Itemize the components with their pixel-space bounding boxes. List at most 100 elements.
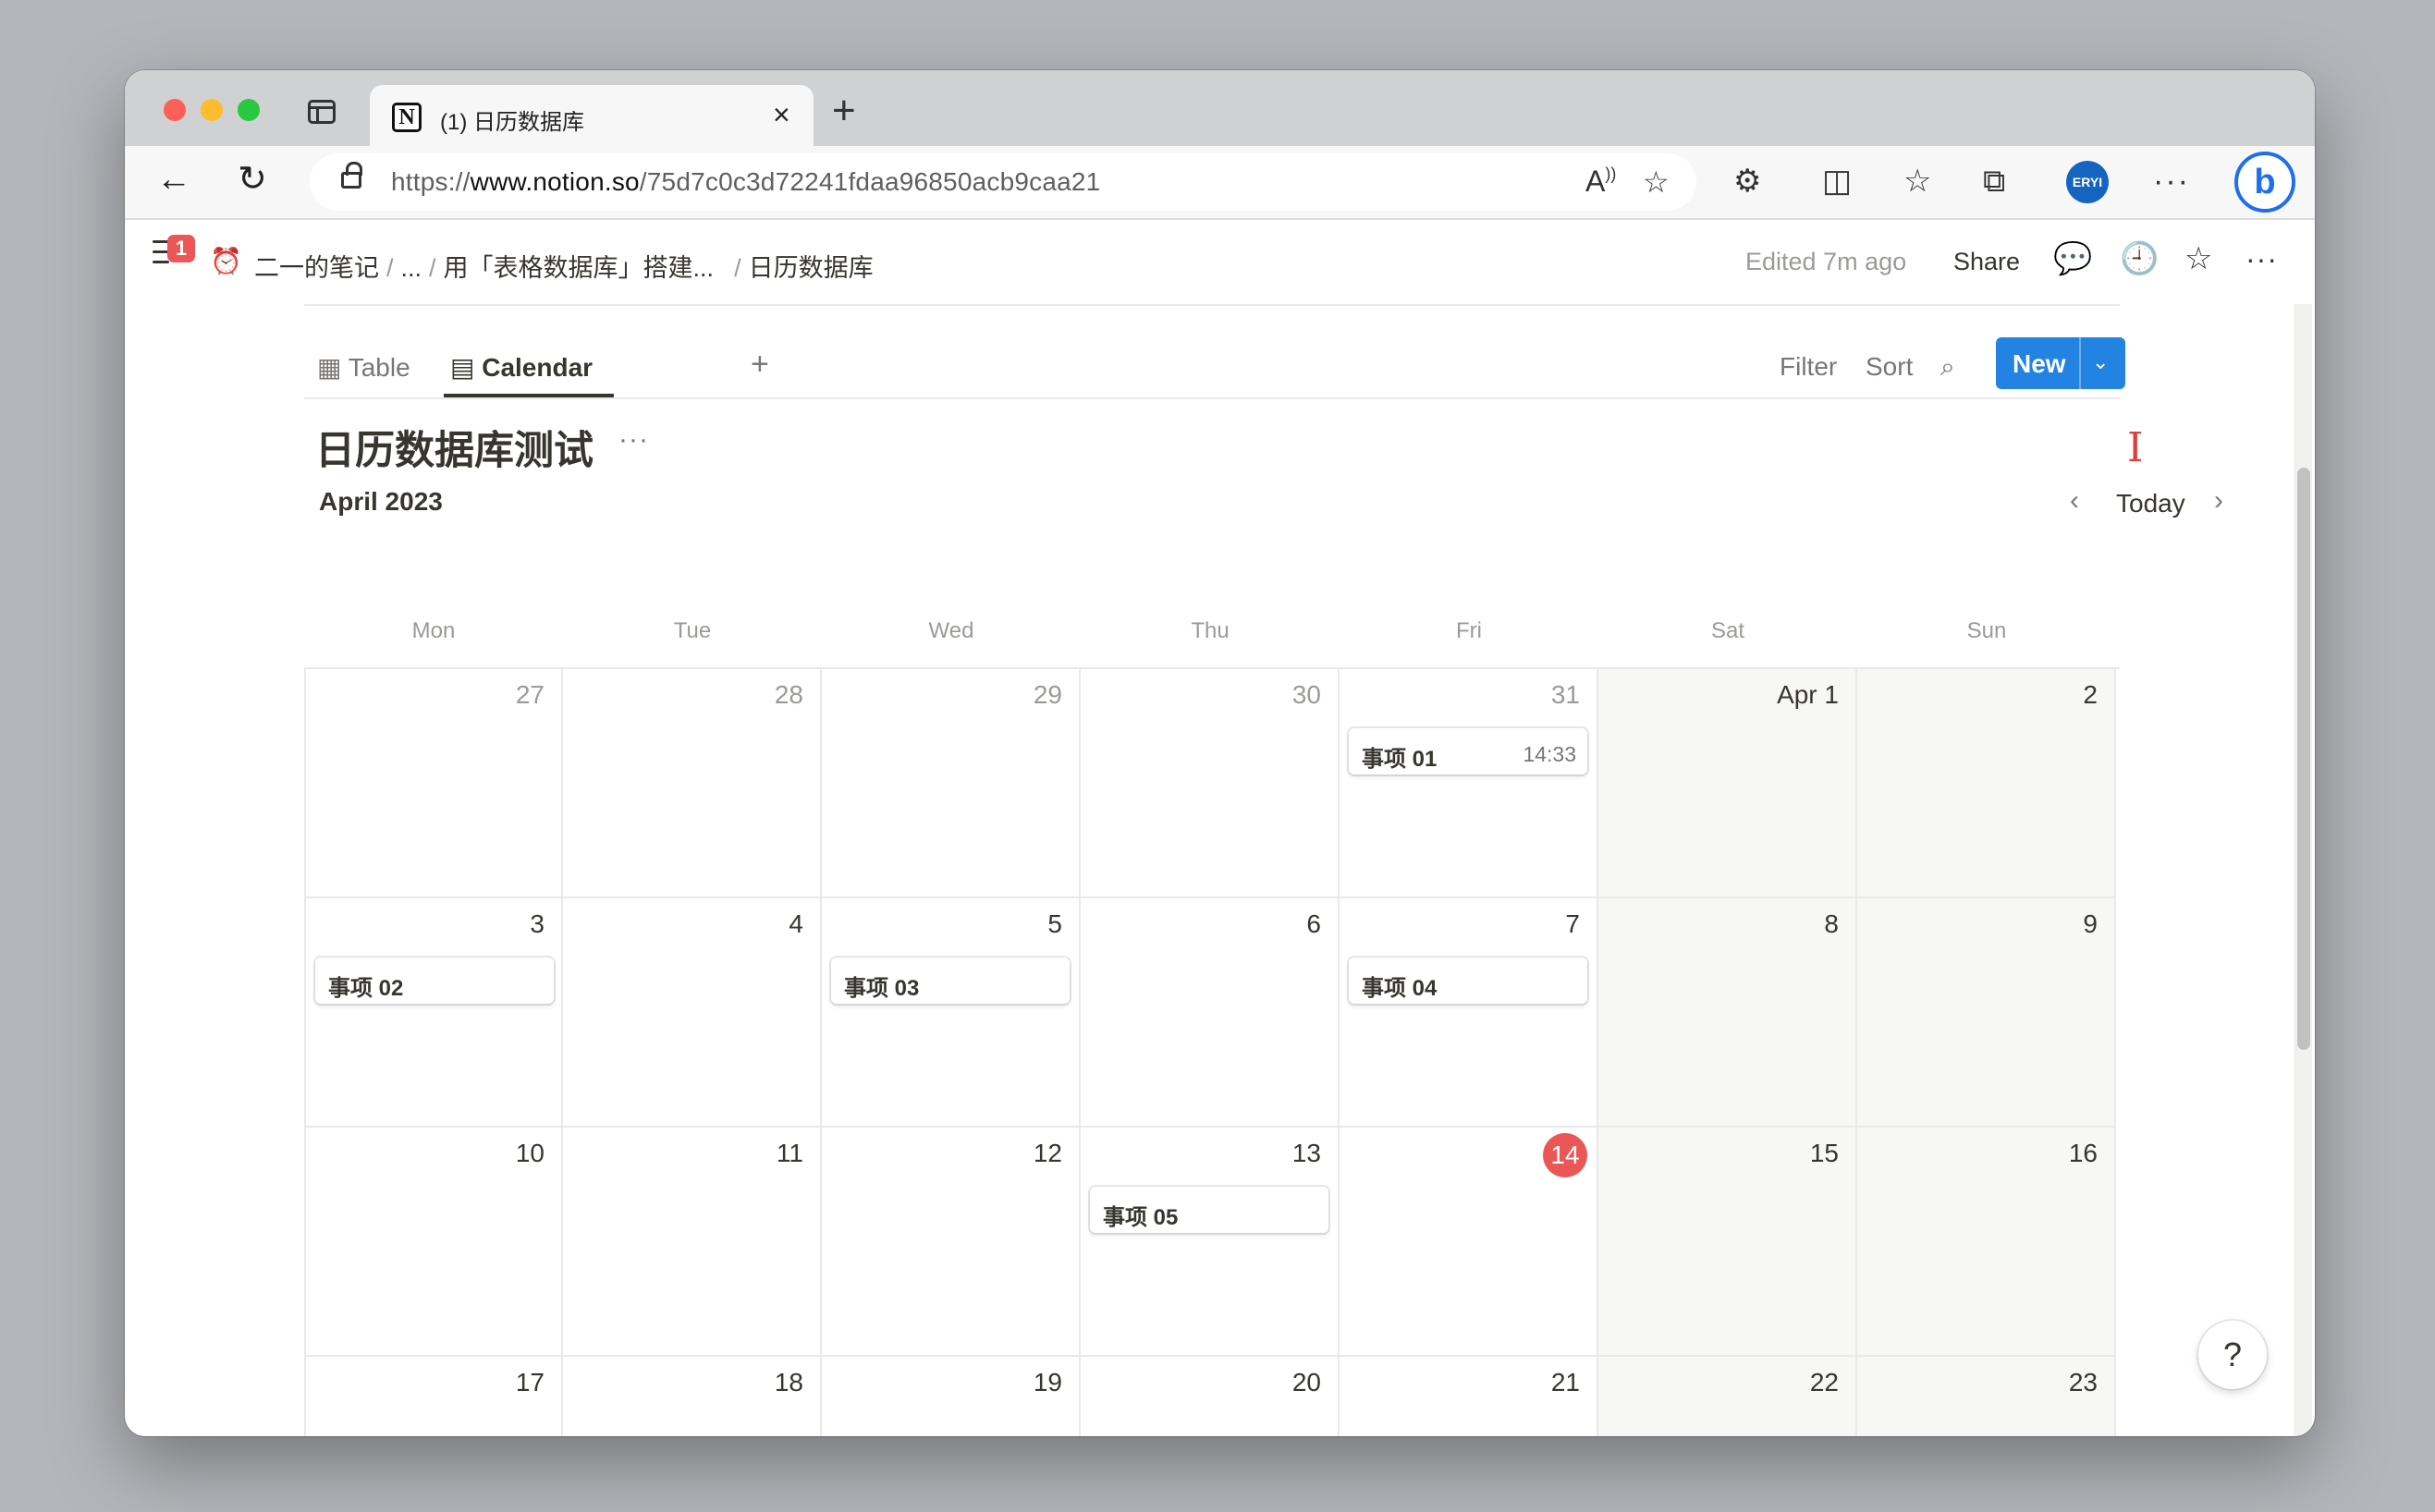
close-tab-icon[interactable]: × [773,98,790,131]
profile-avatar[interactable]: ERYI [2066,161,2109,203]
event-card[interactable]: 事项 02 [315,957,554,1004]
calendar-day-cell[interactable]: 4 [563,898,822,1128]
day-number: 12 [1033,1139,1062,1167]
share-button[interactable]: Share [1953,248,2020,276]
sort-button[interactable]: Sort [1866,352,1913,382]
comments-icon[interactable]: 💬 [2053,242,2092,275]
bing-copilot-icon[interactable]: b [2234,152,2295,213]
calendar-day-cell[interactable]: 12 [822,1128,1081,1357]
collections-icon[interactable]: ⧉ [1983,163,2005,200]
day-number: 21 [1550,1368,1580,1396]
title-more-icon[interactable]: ··· [618,424,649,456]
browser-window: N (1) 日历数据库 × + ← ↻ https://www.notion.s… [125,70,2315,1436]
search-icon[interactable]: ⌕ [1940,352,1955,383]
extensions-icon[interactable]: ⚙ [1733,163,1761,200]
reload-icon[interactable]: ↻ [238,161,267,198]
calendar-day-cell[interactable]: 19 [822,1357,1081,1436]
database-title[interactable]: 日历数据库测试 [315,419,593,476]
tab-actions-icon[interactable] [308,100,336,124]
calendar-day-cell[interactable]: 29 [822,669,1081,898]
read-aloud-icon[interactable]: A)) [1585,165,1616,199]
day-number: 13 [1291,1139,1321,1167]
calendar-day-cell[interactable]: 27 [304,669,563,898]
calendar-day-cell[interactable]: 3 事项 02 [304,898,563,1128]
calendar-day-cell[interactable]: 28 [563,669,822,898]
chevron-down-icon[interactable]: ⌄ [2092,350,2109,374]
event-card[interactable]: 事项 03 [831,957,1070,1004]
next-month-icon[interactable]: › [2214,485,2223,517]
add-view-button[interactable]: + [751,347,769,383]
add-favorite-icon[interactable]: ☆ [1643,165,1670,200]
history-clock-icon[interactable]: 🕘 [2120,242,2159,275]
calendar-day-cell[interactable]: 23 [1857,1357,2116,1436]
calendar-day-cell[interactable]: 20 [1081,1357,1340,1436]
day-number: 3 [530,909,545,938]
day-number: 17 [515,1368,545,1396]
breadcrumb-item[interactable]: ... [401,254,422,282]
calendar-day-cell[interactable]: 21 [1340,1357,1598,1436]
scrollbar-thumb[interactable] [2297,468,2310,1050]
calendar-day-cell[interactable]: 14 [1340,1128,1598,1357]
calendar-day-cell[interactable]: 17 [304,1357,563,1436]
calendar-icon: ▤ [450,353,483,382]
breadcrumb: 二一的笔记 /... / 用「表格数据库」搭建... / 日历数据库 [254,254,874,282]
day-number: 20 [1291,1368,1321,1396]
back-arrow-icon[interactable]: ← [156,161,191,198]
calendar-day-cell[interactable]: 31 事项 01 14:33 [1340,669,1598,898]
weekday-label: Fri [1456,618,1482,643]
page-more-icon[interactable]: ··· [2245,242,2278,275]
weekday-header: Mon Tue Wed Thu Fri Sat Sun [304,618,2120,650]
favorite-star-icon[interactable]: ☆ [2184,242,2212,275]
event-title: 事项 05 [1103,1205,1179,1230]
breadcrumb-item[interactable]: 日历数据库 [749,254,874,282]
previous-month-icon[interactable]: ‹ [2070,485,2079,517]
minimize-window-button[interactable] [201,99,223,121]
tab-calendar[interactable]: ▤ Calendar [450,352,593,383]
event-card[interactable]: 事项 05 [1090,1187,1328,1233]
calendar-day-cell[interactable]: 8 [1598,898,1857,1128]
weekday-label: Sun [1966,618,2007,643]
help-button[interactable]: ? [2198,1321,2267,1389]
calendar-day-cell[interactable]: 15 [1598,1128,1857,1357]
zoom-window-button[interactable] [238,99,260,121]
breadcrumb-item[interactable]: 二一的笔记 [254,254,379,282]
close-window-button[interactable] [164,99,186,121]
today-button[interactable]: Today [2116,489,2185,518]
event-title: 事项 02 [328,976,404,1001]
address-bar[interactable]: https://www.notion.so/75d7c0c3d72241fdaa… [310,153,1696,211]
new-tab-button[interactable]: + [832,91,856,131]
calendar-day-cell[interactable]: 30 [1081,669,1340,898]
url-text[interactable]: https://www.notion.so/75d7c0c3d72241fdaa… [391,167,1100,197]
weekday-label: Thu [1191,618,1230,643]
breadcrumb-item[interactable]: 用「表格数据库」搭建... [444,254,715,282]
day-number: 4 [789,909,803,938]
calendar-day-cell[interactable]: 18 [563,1357,822,1436]
event-card[interactable]: 事项 01 14:33 [1349,728,1587,774]
calendar-day-cell[interactable]: 7 事项 04 [1340,898,1598,1128]
browser-tab[interactable]: N (1) 日历数据库 × [370,85,814,146]
calendar-day-cell[interactable]: 10 [304,1128,563,1357]
tab-table[interactable]: ▦ Table [317,352,410,383]
calendar-day-cell[interactable]: 9 [1857,898,2116,1128]
favorites-icon[interactable]: ☆ [1903,163,1931,200]
event-card[interactable]: 事项 04 [1349,957,1587,1004]
day-number: 6 [1306,909,1321,938]
weekday-label: Sat [1710,618,1745,643]
calendar-day-cell[interactable]: 13 事项 05 [1081,1128,1340,1357]
split-screen-icon[interactable]: ◫ [1822,163,1852,200]
calendar-day-cell[interactable]: 6 [1081,898,1340,1128]
day-number: 8 [1824,909,1839,938]
calendar-day-cell[interactable]: Apr 1 [1598,669,1857,898]
browser-more-icon[interactable]: ··· [2153,163,2190,200]
lock-icon[interactable] [341,162,362,189]
calendar-day-cell[interactable]: 22 [1598,1357,1857,1436]
calendar-day-cell[interactable]: 5 事项 03 [822,898,1081,1128]
calendar-day-cell[interactable]: 2 [1857,669,2116,898]
day-number: 5 [1047,909,1062,938]
tab-title: (1) 日历数据库 [440,110,584,135]
event-title: 事项 03 [844,976,920,1001]
new-button[interactable]: New ⌄ [1996,337,2125,389]
filter-button[interactable]: Filter [1780,352,1837,382]
calendar-day-cell[interactable]: 11 [563,1128,822,1357]
calendar-day-cell[interactable]: 16 [1857,1128,2116,1357]
